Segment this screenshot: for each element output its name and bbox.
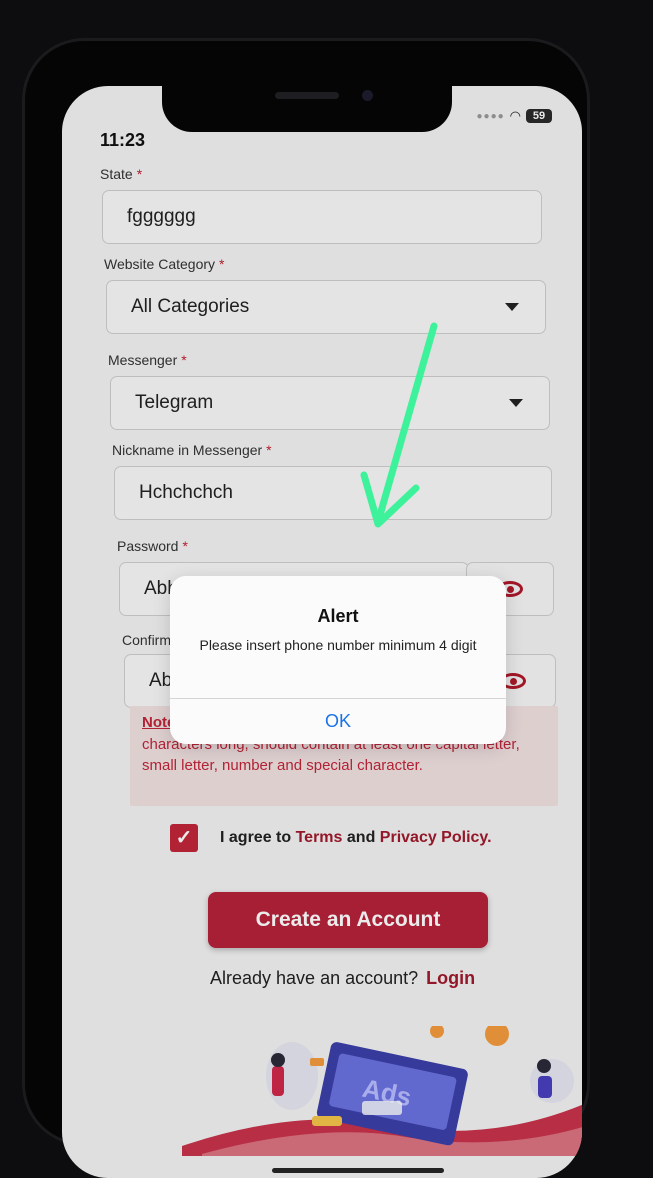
- alert-title: Alert: [317, 606, 359, 626]
- alert-message: Please insert phone number minimum 4 dig…: [199, 637, 477, 653]
- alert-ok-button[interactable]: OK: [170, 698, 506, 744]
- speaker: [275, 92, 339, 99]
- app-screen: 11:23 ●●●● ◠ 59 State * fgggggg Website C…: [62, 86, 582, 1178]
- phone-frame: 11:23 ●●●● ◠ 59 State * fgggggg Website C…: [22, 38, 590, 1178]
- home-indicator: [272, 1168, 444, 1173]
- alert-dialog: Alert Please insert phone number minimum…: [170, 576, 506, 744]
- camera-icon: [362, 90, 373, 101]
- notch: [162, 78, 452, 132]
